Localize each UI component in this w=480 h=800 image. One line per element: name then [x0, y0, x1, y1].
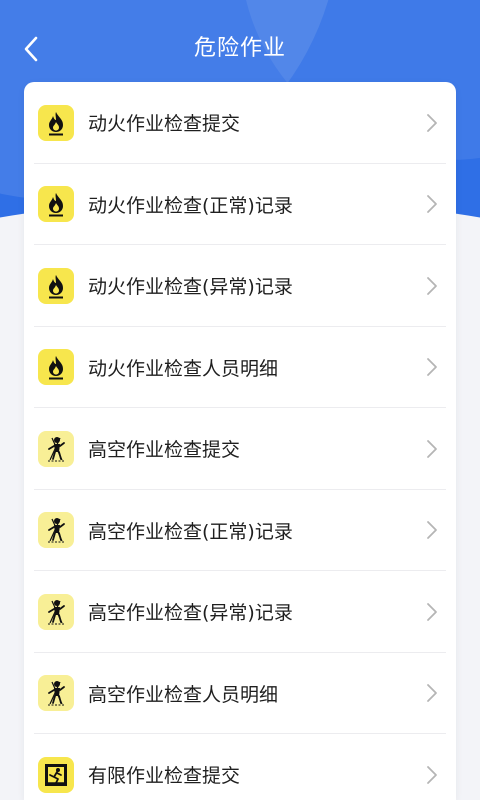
- menu-item-label: 动火作业检查(异常)记录: [88, 276, 293, 299]
- chevron-right-icon: [427, 276, 437, 295]
- menu-item-hot-work-abnormal-records[interactable]: 动火作业检查(异常)记录: [24, 245, 456, 327]
- menu-item-label: 高空作业检查(正常)记录: [88, 520, 293, 543]
- flame-icon: [38, 267, 74, 304]
- menu-item-hot-work-submit[interactable]: 动火作业检查提交: [24, 82, 456, 164]
- flame-icon: [38, 104, 74, 141]
- chevron-right-icon: [427, 358, 437, 377]
- height-worker-icon: [38, 675, 74, 712]
- menu-item-label: 有限作业检查提交: [88, 765, 241, 788]
- menu-item-height-work-normal-records[interactable]: 高空作业检查(正常)记录: [24, 490, 456, 572]
- menu-item-height-work-submit[interactable]: 高空作业检查提交: [24, 408, 456, 490]
- height-worker-icon: [38, 593, 74, 630]
- chevron-right-icon: [427, 684, 437, 703]
- height-worker-icon: [38, 430, 74, 467]
- chevron-right-icon: [427, 195, 437, 214]
- chevron-right-icon: [427, 765, 437, 784]
- menu-item-label: 高空作业检查提交: [88, 439, 241, 462]
- chevron-right-icon: [427, 113, 437, 132]
- flame-icon: [38, 186, 74, 223]
- page-title: 危险作业: [193, 36, 286, 61]
- menu-item-hot-work-normal-records[interactable]: 动火作业检查(正常)记录: [24, 164, 456, 246]
- chevron-right-icon: [427, 521, 437, 540]
- chevron-right-icon: [427, 439, 437, 458]
- flame-icon: [38, 349, 74, 386]
- menu-item-label: 高空作业检查(异常)记录: [88, 602, 293, 625]
- menu-item-confined-work-submit[interactable]: 有限作业检查提交: [24, 734, 456, 800]
- menu-item-hot-work-personnel-details[interactable]: 动火作业检查人员明细: [24, 327, 456, 409]
- menu-item-height-work-personnel-details[interactable]: 高空作业检查人员明细: [24, 653, 456, 735]
- menu-item-height-work-abnormal-records[interactable]: 高空作业检查(异常)记录: [24, 571, 456, 653]
- menu-item-label: 动火作业检查提交: [88, 113, 241, 136]
- chevron-right-icon: [427, 602, 437, 621]
- menu-item-label: 动火作业检查人员明细: [88, 357, 279, 380]
- menu-item-label: 高空作业检查人员明细: [88, 683, 279, 706]
- menu-item-label: 动火作业检查(正常)记录: [88, 194, 293, 217]
- menu-card: 动火作业检查提交 动火作业检查(正常)记录 动火作业检查(异常)记录 动火作业检…: [24, 82, 456, 800]
- height-worker-icon: [38, 512, 74, 549]
- confined-space-icon: [38, 756, 74, 793]
